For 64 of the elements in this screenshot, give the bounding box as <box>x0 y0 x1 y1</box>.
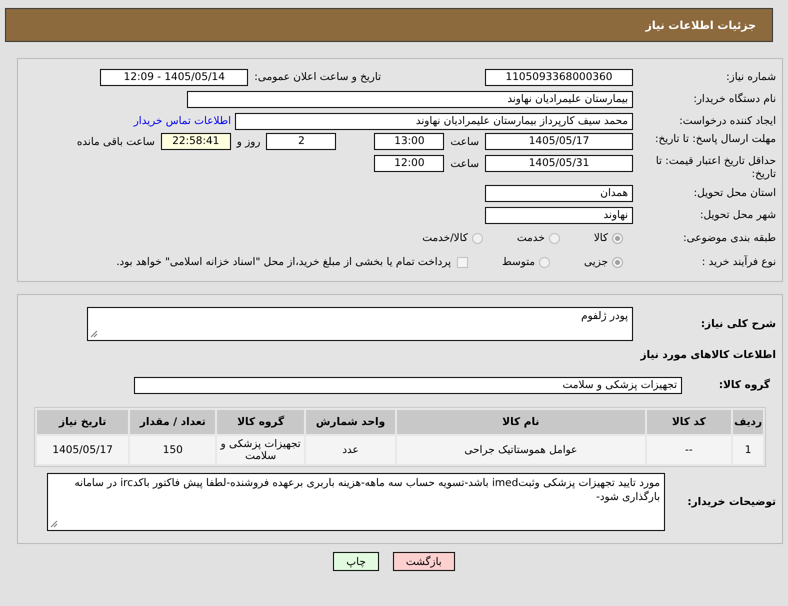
field-label: ساعت <box>449 135 480 150</box>
buyer-notes-textarea[interactable]: مورد تایید تجهیزات پزشکی وثبتimed باشد-تسویه حساب سه ماهه-هزینه باربری برعهده فروشنده-لطفا پیش فاکتور باکدirc در سامانه بارگذاری شود- <box>47 473 665 531</box>
table-cell: تجهیزات پزشکی و سلامت <box>217 436 304 464</box>
column-header: ردیف <box>733 410 763 434</box>
radio-button[interactable] <box>612 256 623 268</box>
table-cell: 1 <box>733 436 763 464</box>
field-label: نام دستگاه خریدار: <box>692 92 777 106</box>
need-number-field: 1105093368000360 <box>485 68 633 86</box>
page-title: جزئیات اطلاعات نیاز <box>646 18 756 32</box>
table-cell: 1405/05/17 <box>37 436 128 464</box>
days-field: 2 <box>266 133 336 150</box>
remaining-time-field: 22:58:41 <box>160 133 231 150</box>
option-label: متوسط <box>502 256 536 268</box>
table-cell: -- <box>646 436 732 464</box>
contact-link[interactable]: اطلاعات تماس خریدار <box>134 115 235 127</box>
resize-grip-icon[interactable] <box>50 520 58 528</box>
province-field: همدان <box>485 184 633 202</box>
date-field: 1405/05/31 <box>485 155 633 172</box>
resize-grip-icon[interactable] <box>90 330 98 338</box>
field-label: نوع فرآیند خرید : <box>700 256 777 268</box>
option-label: جزیی <box>584 256 608 268</box>
option-label: کالا/خدمت <box>422 232 468 244</box>
radio-button[interactable] <box>472 232 483 244</box>
goods-group-field: تجهیزات پزشکی و سلامت <box>134 376 682 394</box>
field-label: روز و <box>235 135 262 150</box>
city-field: نهاوند <box>485 206 633 224</box>
table-cell: 150 <box>130 436 216 464</box>
field-label: گروه کالا: <box>718 378 771 392</box>
section-title: اطلاعات کالاهای مورد نیاز <box>640 348 777 362</box>
radio-button[interactable] <box>539 256 550 268</box>
column-header: گروه کالا <box>217 410 304 434</box>
field-label: مهلت ارسال پاسخ: تا تاریخ: <box>654 133 777 146</box>
option-label: خدمت <box>516 232 545 244</box>
column-header: نام کالا <box>397 410 645 434</box>
field-label: ایجاد کننده درخواست: <box>678 114 777 128</box>
description-textarea[interactable]: پودر ژلفوم <box>87 307 633 341</box>
field-label: شهر محل تحویل: <box>699 208 777 222</box>
column-header: کد کالا <box>646 410 732 434</box>
column-header: تعداد / مقدار <box>130 410 216 434</box>
field-label: حداقل تاریخ اعتبار قیمت: تا تاریخ: <box>654 155 777 181</box>
time-field: 13:00 <box>374 133 444 150</box>
table-cell: عدد <box>306 436 396 464</box>
time-field: 12:00 <box>374 155 444 172</box>
field-label: استان محل تحویل: <box>692 186 777 200</box>
field-label: ساعت باقی مانده <box>76 135 156 150</box>
radio-button[interactable] <box>612 232 623 244</box>
requester-field: محمد سیف کارپرداز بیمارستان علیمرادیان نهاوند <box>235 112 633 130</box>
checkbox[interactable] <box>457 256 468 268</box>
column-header: واحد شمارش <box>306 410 396 434</box>
buyer-org-field: بیمارستان علیمرادیان نهاوند <box>187 90 633 108</box>
column-header: تاریخ نیاز <box>37 410 128 434</box>
table-cell: عوامل هموستاتیک جراحی <box>397 436 645 464</box>
announce-date-field: 1405/05/14 - 12:09 <box>100 68 248 86</box>
field-label: شرح کلی نیاز: <box>700 318 777 330</box>
field-label: طبقه بندی موضوعی: <box>682 232 777 244</box>
field-label: تاریخ و ساعت اعلان عمومی: <box>253 71 382 83</box>
field-label: شماره نیاز: <box>725 70 777 84</box>
back-button[interactable]: بازگشت <box>392 552 455 571</box>
print-button[interactable]: چاپ <box>333 552 379 571</box>
option-label: کالا <box>594 232 608 244</box>
field-label: ساعت <box>449 157 480 172</box>
radio-button[interactable] <box>548 232 560 244</box>
checkbox-label: پرداخت تمام یا بخشی از مبلغ خرید،از محل "اسناد خزانه اسلامی" خواهد بود. <box>116 256 452 268</box>
date-field: 1405/05/17 <box>485 133 633 150</box>
